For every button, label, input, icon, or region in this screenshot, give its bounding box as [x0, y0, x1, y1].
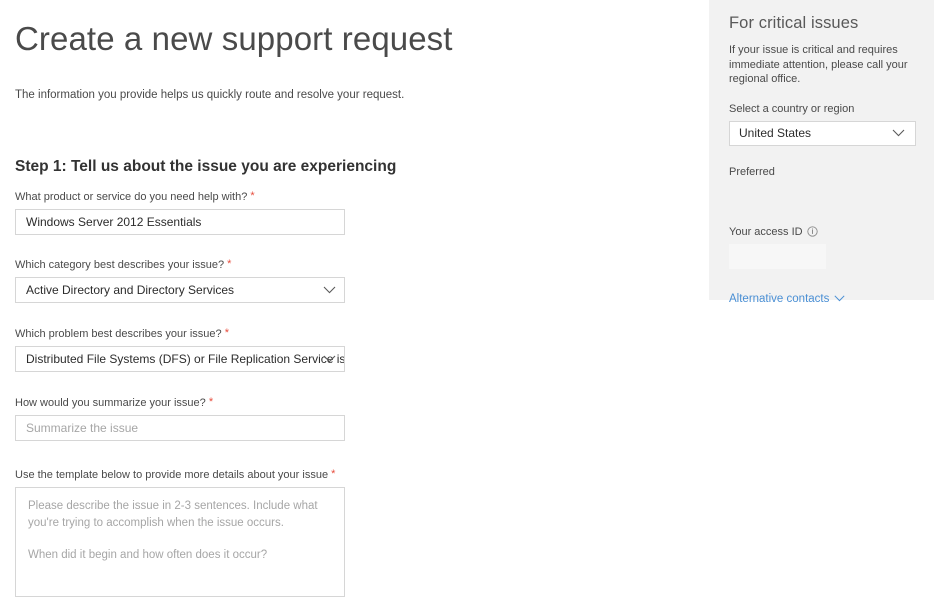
field-label-template-details: Use the template below to provide more d… — [15, 468, 345, 482]
support-request-form: Create a new support request The informa… — [0, 0, 709, 562]
product-or-service-input[interactable]: Windows Server 2012 Essentials — [15, 209, 345, 235]
chevron-down-icon[interactable] — [890, 122, 906, 145]
alternative-contacts-label: Alternative contacts — [729, 293, 829, 305]
field-template-details: Use the template below to provide more d… — [15, 468, 345, 597]
label-text: Which category best describes your issue… — [15, 259, 224, 271]
field-product-or-service: What product or service do you need help… — [15, 190, 345, 235]
field-label-product-or-service: What product or service do you need help… — [15, 190, 345, 204]
chevron-down-icon — [834, 293, 845, 305]
required-indicator: * — [209, 396, 213, 408]
required-indicator: * — [331, 468, 335, 480]
chevron-down-icon[interactable] — [321, 347, 337, 371]
template-placeholder-line-2: When did it begin and how often does it … — [28, 547, 332, 564]
access-id-label: Your access ID — [729, 226, 803, 238]
label-text: Which problem best describes your issue? — [15, 328, 222, 340]
critical-panel-body: If your issue is critical and requires i… — [729, 43, 911, 87]
info-circle-icon[interactable] — [807, 226, 818, 237]
template-details-textarea[interactable]: Please describe the issue in 2-3 sentenc… — [15, 487, 345, 597]
problem-value: Distributed File Systems (DFS) or File R… — [16, 352, 344, 366]
label-text: What product or service do you need help… — [15, 191, 247, 203]
preferred-label: Preferred — [729, 166, 914, 178]
country-region-value: United States — [730, 126, 811, 140]
template-placeholder-line-1: Please describe the issue in 2-3 sentenc… — [28, 498, 332, 532]
field-label-problem: Which problem best describes your issue?… — [15, 327, 345, 341]
field-problem: Which problem best describes your issue?… — [15, 327, 345, 372]
country-region-select[interactable]: United States — [729, 121, 916, 146]
product-or-service-value: Windows Server 2012 Essentials — [16, 215, 344, 229]
field-label-summary: How would you summarize your issue? * — [15, 396, 345, 410]
category-select[interactable]: Active Directory and Directory Services — [15, 277, 345, 303]
step-heading: Step 1: Tell us about the issue you are … — [15, 158, 396, 176]
field-summary: How would you summarize your issue? * Su… — [15, 396, 345, 441]
intro-text: The information you provide helps us qui… — [15, 89, 404, 101]
page-title: Create a new support request — [15, 20, 453, 58]
required-indicator: * — [250, 190, 254, 202]
label-text: Use the template below to provide more d… — [15, 469, 328, 481]
country-select-label: Select a country or region — [729, 103, 914, 115]
field-category: Which category best describes your issue… — [15, 258, 345, 303]
label-text: How would you summarize your issue? — [15, 397, 206, 409]
access-id-row: Your access ID — [729, 226, 914, 238]
category-value: Active Directory and Directory Services — [16, 283, 344, 297]
chevron-down-icon[interactable] — [321, 278, 337, 302]
critical-panel-title: For critical issues — [729, 14, 914, 33]
summary-placeholder: Summarize the issue — [16, 421, 344, 435]
required-indicator: * — [227, 258, 231, 270]
required-indicator: * — [225, 327, 229, 339]
critical-issues-panel: For critical issues If your issue is cri… — [709, 0, 934, 300]
alternative-contacts-toggle[interactable]: Alternative contacts — [729, 293, 845, 305]
access-id-value-placeholder — [729, 244, 826, 269]
field-label-category: Which category best describes your issue… — [15, 258, 345, 272]
summary-input[interactable]: Summarize the issue — [15, 415, 345, 441]
problem-select[interactable]: Distributed File Systems (DFS) or File R… — [15, 346, 345, 372]
